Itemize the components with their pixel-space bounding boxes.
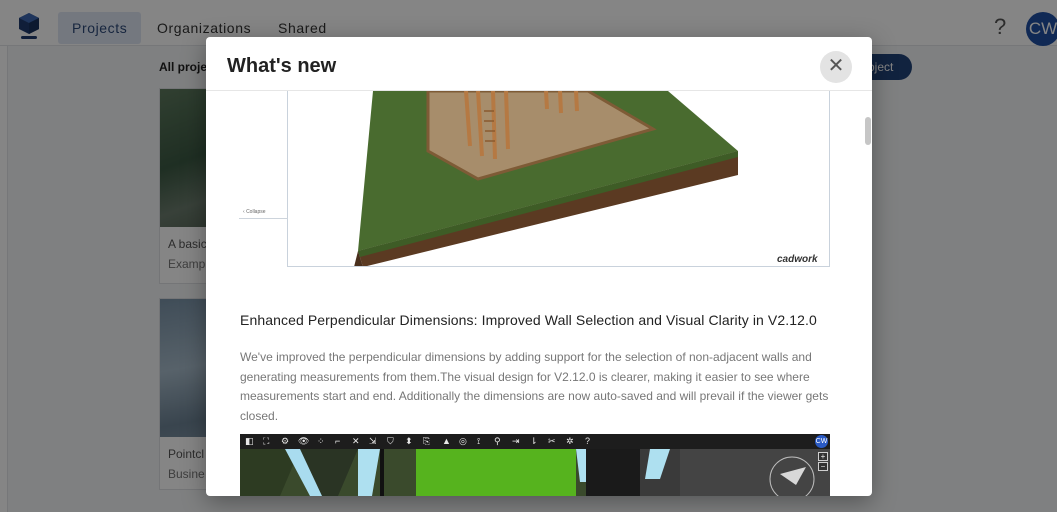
eye-icon: 👁 (298, 436, 310, 446)
zoom-in-button: + (818, 452, 828, 461)
divider (288, 266, 830, 267)
dialog-header: What's new ✕ (206, 37, 872, 91)
fit-icon: ⛶ (263, 436, 270, 446)
close-button[interactable]: ✕ (820, 51, 852, 83)
gear-icon: ✲ (566, 436, 574, 446)
terrain-icon: ▲ (442, 436, 451, 446)
dimension-icon: ⇥ (512, 436, 520, 446)
release-note-title: Enhanced Perpendicular Dimensions: Impro… (240, 312, 817, 328)
perpendicular-icon: ⇂ (530, 436, 538, 446)
copy-icon: ⎘ (423, 436, 431, 446)
settings-icon: ⚙ (281, 436, 290, 446)
corner-icon: ⌐ (335, 436, 341, 446)
viewer-3d-scene (240, 449, 830, 496)
cross-icon: ✕ (352, 436, 360, 446)
dialog-scrollbar[interactable] (862, 91, 872, 496)
scrollbar-thumb[interactable] (865, 117, 871, 145)
collapse-label: Collapse (246, 209, 266, 215)
help-icon: ? (585, 436, 591, 446)
resize-icon: ⇲ (369, 436, 377, 446)
location-icon: ⚲ (494, 436, 501, 446)
divider (239, 218, 288, 219)
chevron-left-icon: ‹ (243, 209, 245, 215)
close-icon: ✕ (827, 55, 845, 77)
release-screenshot-viewer: ◧ ⛶ ⚙ 👁 ⁘ ⌐ ✕ ⇲ ⛉ ⬍ ⎘ ▲ ◎ ⟟ ⚲ ⇥ ⇂ ✂ ✲ ? (240, 434, 830, 496)
filter-icon: ⛉ (387, 436, 394, 446)
cadwork-watermark: cadwork (777, 254, 818, 265)
cut-icon: ✂ (548, 436, 556, 446)
dialog-content[interactable]: ‹ Collapse cadwork Enhanced Perpendicula… (206, 91, 862, 496)
release-note-description: We've improved the perpendicular dimensi… (240, 350, 829, 423)
terrain-3d-model (288, 91, 829, 267)
measure-icon: ⟟ (477, 436, 481, 446)
panel-icon: ◧ (245, 436, 254, 446)
pin-icon: ⬍ (405, 436, 413, 446)
viewer-avatar: CW (815, 435, 828, 448)
dialog-title: What's new (227, 55, 337, 77)
divider (829, 91, 830, 267)
viewer-toolbar: ◧ ⛶ ⚙ 👁 ⁘ ⌐ ✕ ⇲ ⛉ ⬍ ⎘ ▲ ◎ ⟟ ⚲ ⇥ ⇂ ✂ ✲ ? (240, 434, 830, 449)
zoom-out-button: − (818, 462, 828, 471)
viewer-side-panel: ‹ Collapse (239, 91, 288, 267)
target-icon: ◎ (459, 436, 467, 446)
collapse-link: ‹ Collapse (243, 209, 266, 215)
grid-icon: ⁘ (317, 436, 325, 446)
release-screenshot-3d-model: ‹ Collapse cadwork (239, 91, 830, 267)
whats-new-dialog: What's new ✕ ‹ Collapse cadwork Enhanced… (206, 37, 872, 496)
